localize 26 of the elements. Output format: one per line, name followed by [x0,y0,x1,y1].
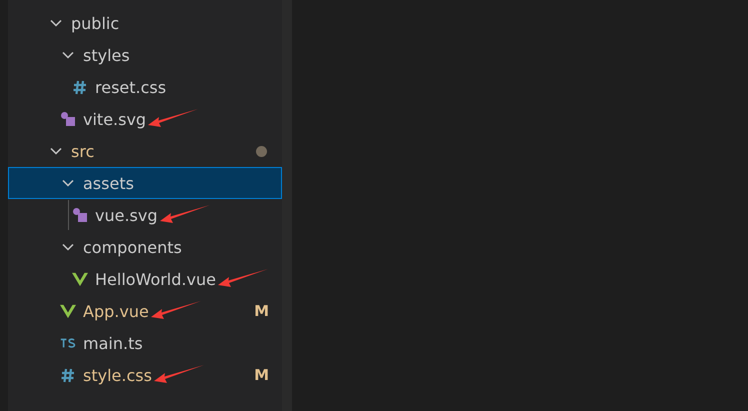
hash-icon [61,368,75,382]
hash-icon [73,80,87,94]
chevron-down-icon [62,243,74,251]
ts-icon [60,337,76,349]
folder-row[interactable]: assets [8,167,282,199]
file-row[interactable]: main.ts [8,327,282,359]
chevron-down-icon [50,147,62,155]
v-logo-icon [60,304,76,318]
folder-row[interactable]: src [8,135,282,167]
file-row[interactable]: App.vue M [8,295,282,327]
chevron-down-icon [62,179,74,187]
folder-row[interactable]: styles [8,39,282,71]
git-status-label: M [254,366,269,384]
chevron-down-icon [50,19,62,27]
file-row[interactable]: vite.svg [8,103,282,135]
shapes-icon [60,111,76,127]
v-logo-icon [72,272,88,286]
chevron-down-icon [62,51,74,59]
folder-row[interactable]: public [8,7,282,39]
shapes-icon [72,207,88,223]
file-row[interactable]: vue.svg [8,199,282,231]
file-row[interactable]: HelloWorld.vue [8,263,282,295]
file-row[interactable]: style.css M [8,359,282,391]
file-row[interactable]: reset.css [8,71,282,103]
git-status-label: M [254,302,269,320]
folder-row[interactable]: components [8,231,282,263]
